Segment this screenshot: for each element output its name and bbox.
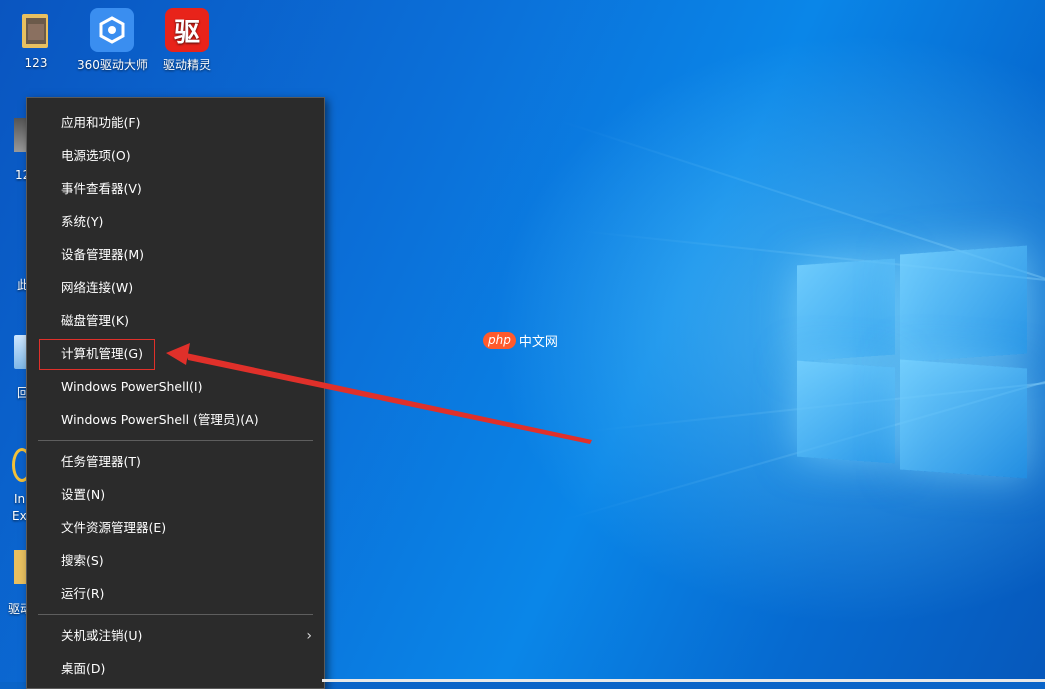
annotation-arrow-shaft [186,353,592,444]
annotation-arrow [166,343,592,444]
annotation-arrowhead [166,343,190,365]
